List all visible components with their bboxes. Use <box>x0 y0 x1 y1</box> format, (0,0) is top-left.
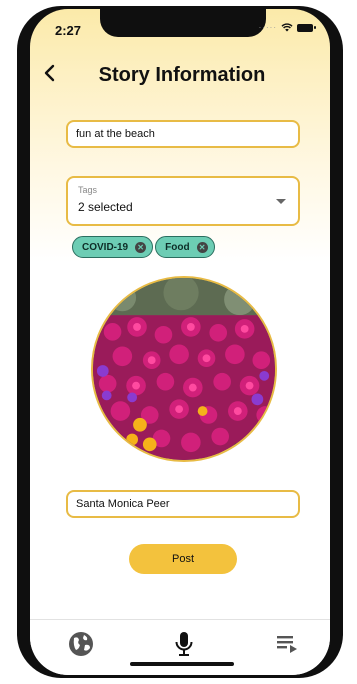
tag-chip-label: COVID-19 <box>82 241 129 253</box>
notch <box>100 9 266 37</box>
tab-record[interactable] <box>170 630 198 658</box>
playlist-icon <box>277 636 297 653</box>
tab-explore[interactable] <box>67 630 95 658</box>
tags-select[interactable]: Tags 2 selected <box>66 176 300 226</box>
home-indicator <box>130 662 234 666</box>
remove-tag-icon[interactable]: ✕ <box>196 241 208 253</box>
globe-icon <box>69 632 93 656</box>
status-icons: ····· <box>258 23 316 32</box>
tags-value: 2 selected <box>78 200 133 214</box>
remove-tag-icon[interactable]: ✕ <box>135 241 147 253</box>
tab-playlist[interactable] <box>273 630 301 658</box>
signal-dots: ····· <box>258 23 277 32</box>
status-time: 2:27 <box>55 23 82 38</box>
wifi-icon <box>281 23 293 32</box>
tags-label: Tags <box>78 185 98 195</box>
page-title: Story Information <box>98 64 266 86</box>
battery-icon <box>297 23 316 32</box>
microphone-icon <box>175 632 193 656</box>
tag-chip-food[interactable]: Food ✕ <box>155 236 215 258</box>
app-screen: 2:27 ····· Story Information fun at the … <box>30 9 330 675</box>
tag-chip-covid[interactable]: COVID-19 ✕ <box>72 236 154 258</box>
flower-image <box>93 278 275 460</box>
tag-chip-label: Food <box>165 241 190 253</box>
story-photo[interactable] <box>91 276 277 462</box>
phone-frame: 2:27 ····· Story Information fun at the … <box>17 6 343 678</box>
dropdown-arrow-icon[interactable] <box>276 199 286 204</box>
selected-tags: COVID-19 ✕ Food ✕ <box>72 236 215 258</box>
location-input[interactable]: Santa Monica Peer <box>66 490 300 518</box>
tab-bar <box>30 619 330 675</box>
story-title-input[interactable]: fun at the beach <box>66 120 300 148</box>
post-button[interactable]: Post <box>129 544 237 574</box>
